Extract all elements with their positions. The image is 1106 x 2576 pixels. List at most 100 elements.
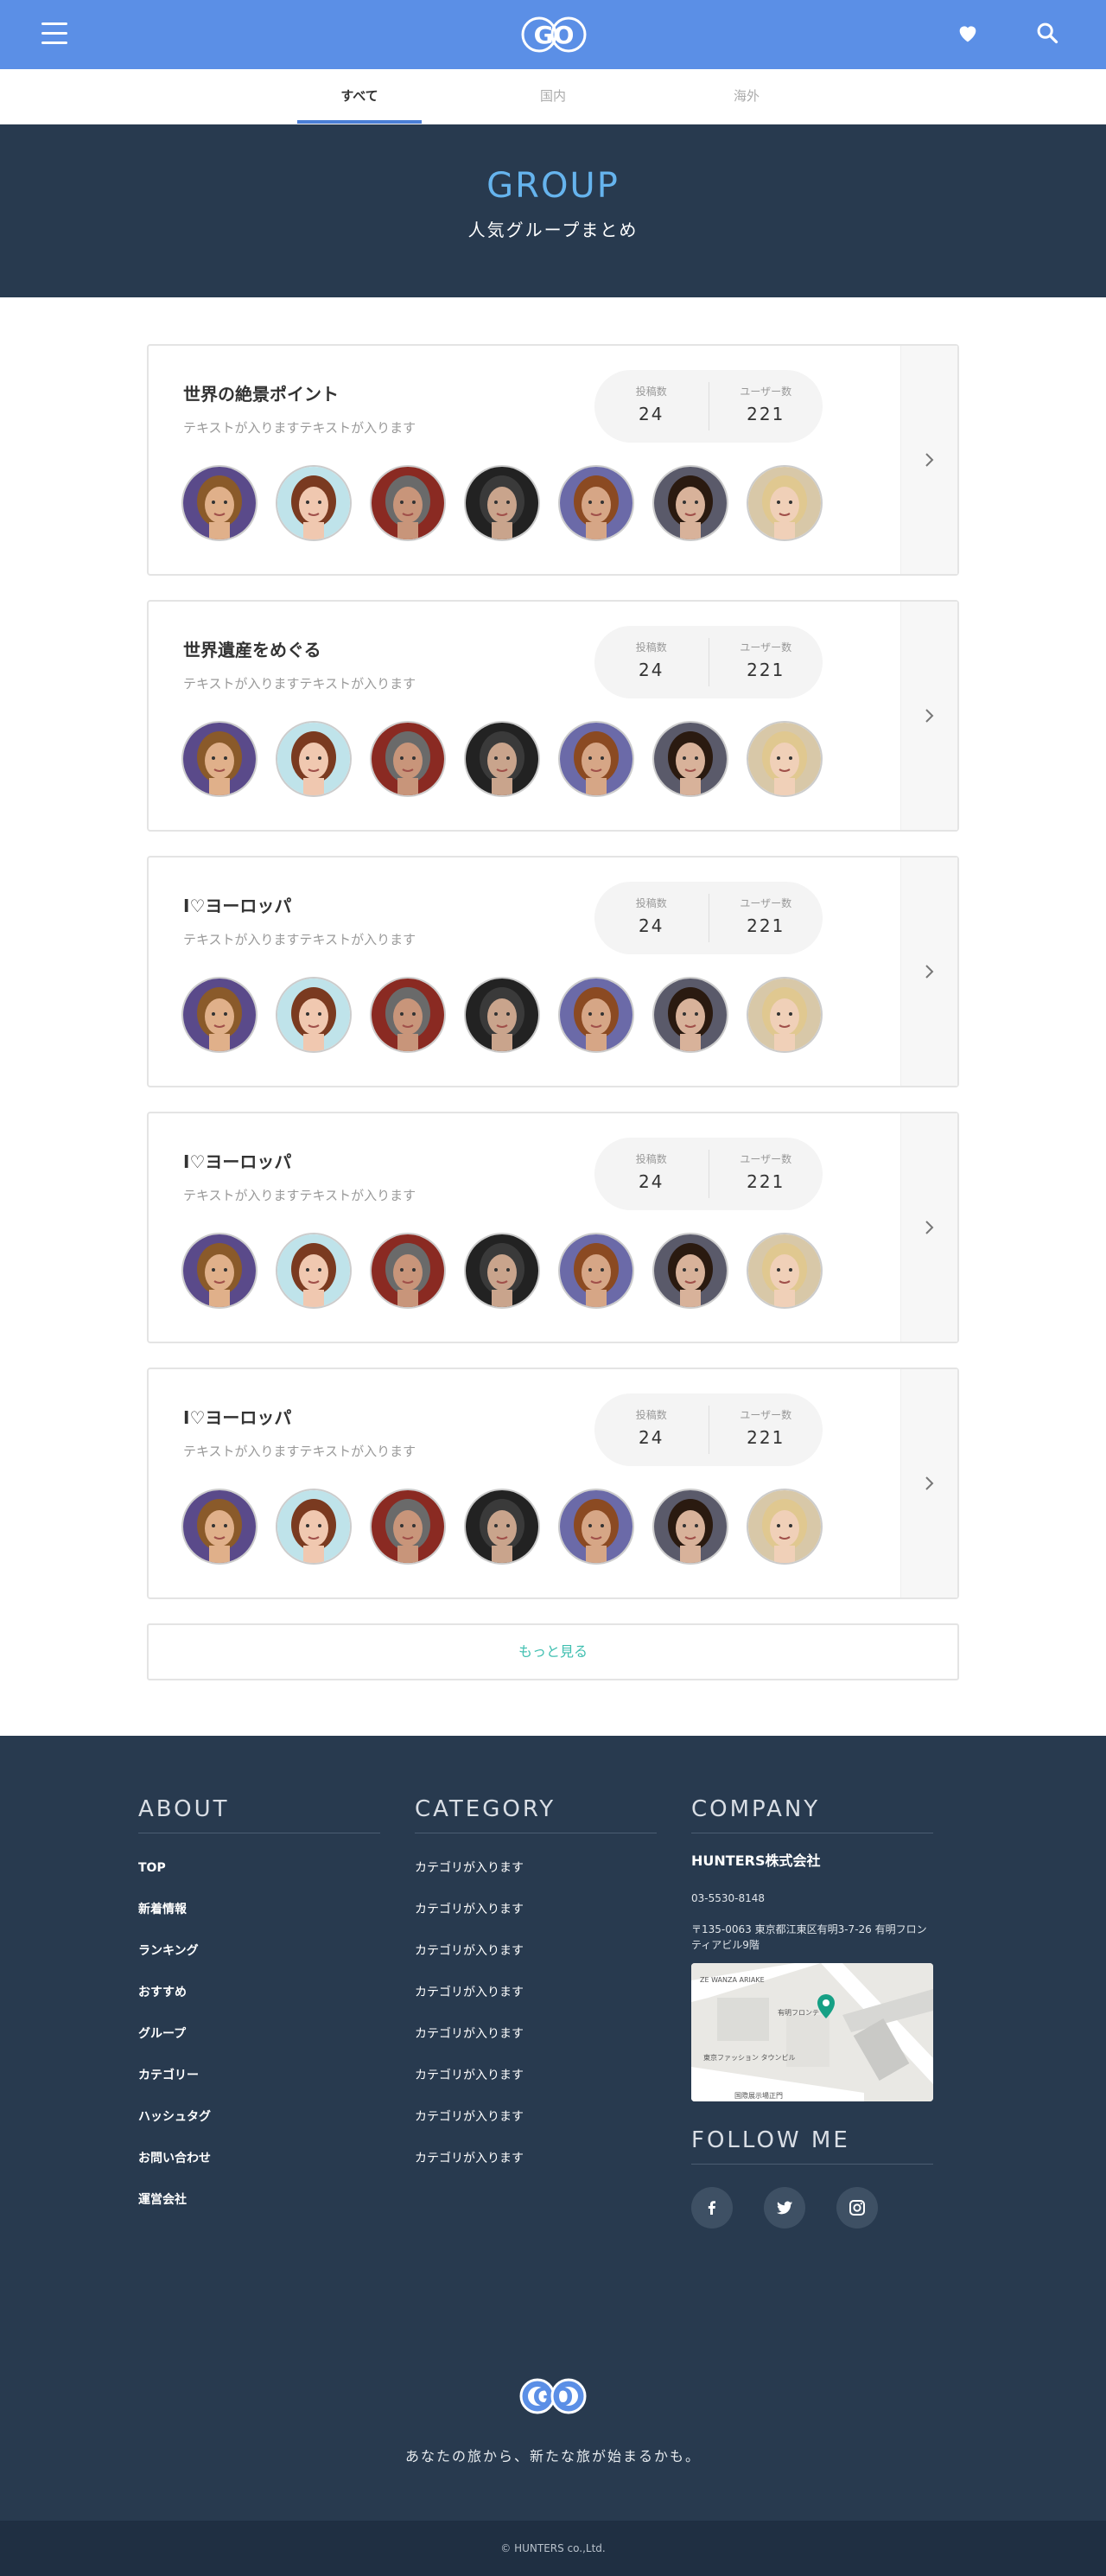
post-count-value: 24 xyxy=(639,1171,664,1192)
avatar xyxy=(181,465,257,541)
post-count-value: 24 xyxy=(639,1427,664,1448)
footer-about-link[interactable]: カテゴリー xyxy=(138,2055,380,2096)
avatar xyxy=(370,977,446,1053)
group-title: I♡ヨーロッパ xyxy=(183,1407,292,1428)
member-avatars xyxy=(181,1489,841,1565)
search-icon[interactable] xyxy=(1035,21,1059,48)
group-card[interactable]: I♡ヨーロッパテキストが入りますテキストが入ります 投稿数 24 ユーザー数 221 xyxy=(147,1368,959,1599)
avatar xyxy=(370,1489,446,1565)
user-count: ユーザー数 221 xyxy=(708,1406,823,1454)
avatar xyxy=(276,977,352,1053)
member-avatars xyxy=(181,721,841,797)
avatar xyxy=(464,977,540,1053)
user-count-value: 221 xyxy=(747,1171,785,1192)
post-count-label: 投稿数 xyxy=(635,386,667,398)
footer-logo[interactable]: GO xyxy=(518,2377,588,2419)
tab-overseas[interactable]: 海外 xyxy=(684,69,809,124)
top-bar: GO xyxy=(0,0,1106,69)
copyright: © HUNTERS co.,Ltd. xyxy=(0,2521,1106,2576)
instagram-icon[interactable] xyxy=(836,2187,878,2228)
company-map[interactable]: ZE WANZA ARIAKE 有明フロンテ 東京ファッション タウンビル 国際… xyxy=(691,1963,933,2101)
post-count: 投稿数 24 xyxy=(594,626,709,698)
page-title: GROUP xyxy=(486,166,620,206)
avatar xyxy=(652,465,728,541)
facebook-icon[interactable] xyxy=(691,2187,733,2228)
more-button[interactable]: もっと見る xyxy=(147,1623,959,1680)
footer-category: CATEGORY カテゴリが入ります カテゴリが入ります カテゴリが入ります カテゴリ… xyxy=(415,1796,657,2179)
chevron-right-icon[interactable] xyxy=(900,346,957,574)
avatar xyxy=(181,977,257,1053)
post-count-label: 投稿数 xyxy=(635,1153,667,1165)
footer-about-link[interactable]: ランキング xyxy=(138,1930,380,1972)
avatar xyxy=(464,465,540,541)
group-card[interactable]: I♡ヨーロッパ テキストが入りますテキストが入ります 投稿数 24 ユーザー数 221 xyxy=(147,856,959,1087)
post-count-value: 24 xyxy=(639,404,664,424)
member-avatars xyxy=(181,465,841,541)
twitter-icon[interactable] xyxy=(764,2187,805,2228)
avatar xyxy=(276,1489,352,1565)
user-count: ユーザー数 221 xyxy=(708,1150,823,1198)
avatar xyxy=(558,721,634,797)
chevron-right-icon[interactable] xyxy=(900,1113,957,1342)
avatar xyxy=(276,1233,352,1309)
footer-category-link[interactable]: カテゴリが入ります xyxy=(415,1972,657,2013)
footer-about-link[interactable]: TOP xyxy=(138,1847,380,1889)
group-stats: 投稿数 24 ユーザー数 221 xyxy=(594,626,823,698)
group-title: 世界遺産をめぐる xyxy=(183,640,321,660)
avatar xyxy=(747,977,823,1053)
post-count: 投稿数 24 xyxy=(594,1138,709,1210)
group-description: テキストが入りますテキストが入ります xyxy=(183,420,416,436)
tab-domestic[interactable]: 国内 xyxy=(491,69,615,124)
post-count: 投稿数 24 xyxy=(594,882,709,954)
hamburger-icon[interactable] xyxy=(41,22,67,45)
group-description: テキストが入りますテキストが入ります xyxy=(183,932,416,947)
user-count-value: 221 xyxy=(747,1427,785,1448)
company-address: 〒135-0063 東京都江東区有明3-7-26 有明フロンティアビル9階 xyxy=(691,1923,927,1951)
avatar xyxy=(370,1233,446,1309)
avatar xyxy=(558,1233,634,1309)
footer-category-link[interactable]: カテゴリが入ります xyxy=(415,1847,657,1889)
chevron-right-icon[interactable] xyxy=(900,1369,957,1597)
footer-about-link[interactable]: お問い合わせ xyxy=(138,2138,380,2179)
footer-category-link[interactable]: カテゴリが入ります xyxy=(415,2013,657,2055)
footer-company-heading: COMPANY xyxy=(691,1796,933,1833)
group-card[interactable]: I♡ヨーロッパ テキストが入りますテキストが入ります 投稿数 24 ユーザー数 221 xyxy=(147,1112,959,1343)
footer-about-link[interactable]: 新着情報 xyxy=(138,1889,380,1930)
group-stats: 投稿数 24 ユーザー数 221 xyxy=(594,1393,823,1466)
user-count-label: ユーザー数 xyxy=(740,1409,792,1421)
footer-category-link[interactable]: カテゴリが入ります xyxy=(415,1930,657,1972)
footer-category-link[interactable]: カテゴリが入ります xyxy=(415,2055,657,2096)
group-list: 世界の絶景ポイント テキストが入りますテキストが入ります 投稿数 24 ユーザー数 221… xyxy=(147,344,959,1599)
footer-about-link[interactable]: 運営会社 xyxy=(138,2179,380,2221)
chevron-right-icon[interactable] xyxy=(900,858,957,1086)
tab-bar: すべて 国内 海外 xyxy=(0,69,1106,124)
post-count-value: 24 xyxy=(639,660,664,680)
footer-category-link[interactable]: カテゴリが入ります xyxy=(415,1889,657,1930)
footer: ABOUT TOP 新着情報 ランキング おすすめ グループ カテゴリー ハッシュタグ お問い… xyxy=(0,1736,1106,2521)
footer-category-link[interactable]: カテゴリが入ります xyxy=(415,2138,657,2179)
group-card[interactable]: 世界の絶景ポイント テキストが入りますテキストが入ります 投稿数 24 ユーザー数 221 xyxy=(147,344,959,576)
footer-company: COMPANY HUNTERS株式会社 03-5530-8148 〒135-00… xyxy=(691,1796,933,2228)
footer-about-link[interactable]: ハッシュタグ xyxy=(138,2096,380,2138)
group-description: テキストが入りますテキストが入ります xyxy=(183,1444,416,1459)
footer-category-heading: CATEGORY xyxy=(415,1796,657,1833)
post-count-label: 投稿数 xyxy=(635,897,667,909)
tab-all[interactable]: すべて xyxy=(297,69,422,124)
group-description: テキストが入りますテキストが入ります xyxy=(183,676,416,692)
logo[interactable]: GO xyxy=(521,16,587,56)
member-avatars xyxy=(181,1233,841,1309)
footer-about-link[interactable]: おすすめ xyxy=(138,1972,380,2013)
chevron-right-icon[interactable] xyxy=(900,602,957,830)
group-card[interactable]: 世界遺産をめぐるテキストが入りますテキストが入ります 投稿数 24 ユーザー数 221 xyxy=(147,600,959,832)
post-count-label: 投稿数 xyxy=(635,1409,667,1421)
avatar xyxy=(558,1489,634,1565)
avatar xyxy=(181,1489,257,1565)
post-count: 投稿数 24 xyxy=(594,370,709,443)
group-description: テキストが入りますテキストが入ります xyxy=(183,1188,416,1203)
user-count: ユーザー数 221 xyxy=(708,638,823,686)
company-phone: 03-5530-8148 xyxy=(691,1892,766,1904)
heart-icon[interactable] xyxy=(956,21,980,48)
footer-category-link[interactable]: カテゴリが入ります xyxy=(415,2096,657,2138)
footer-about: ABOUT TOP 新着情報 ランキング おすすめ グループ カテゴリー ハッシュタグ お問い… xyxy=(138,1796,380,2221)
footer-about-link[interactable]: グループ xyxy=(138,2013,380,2055)
